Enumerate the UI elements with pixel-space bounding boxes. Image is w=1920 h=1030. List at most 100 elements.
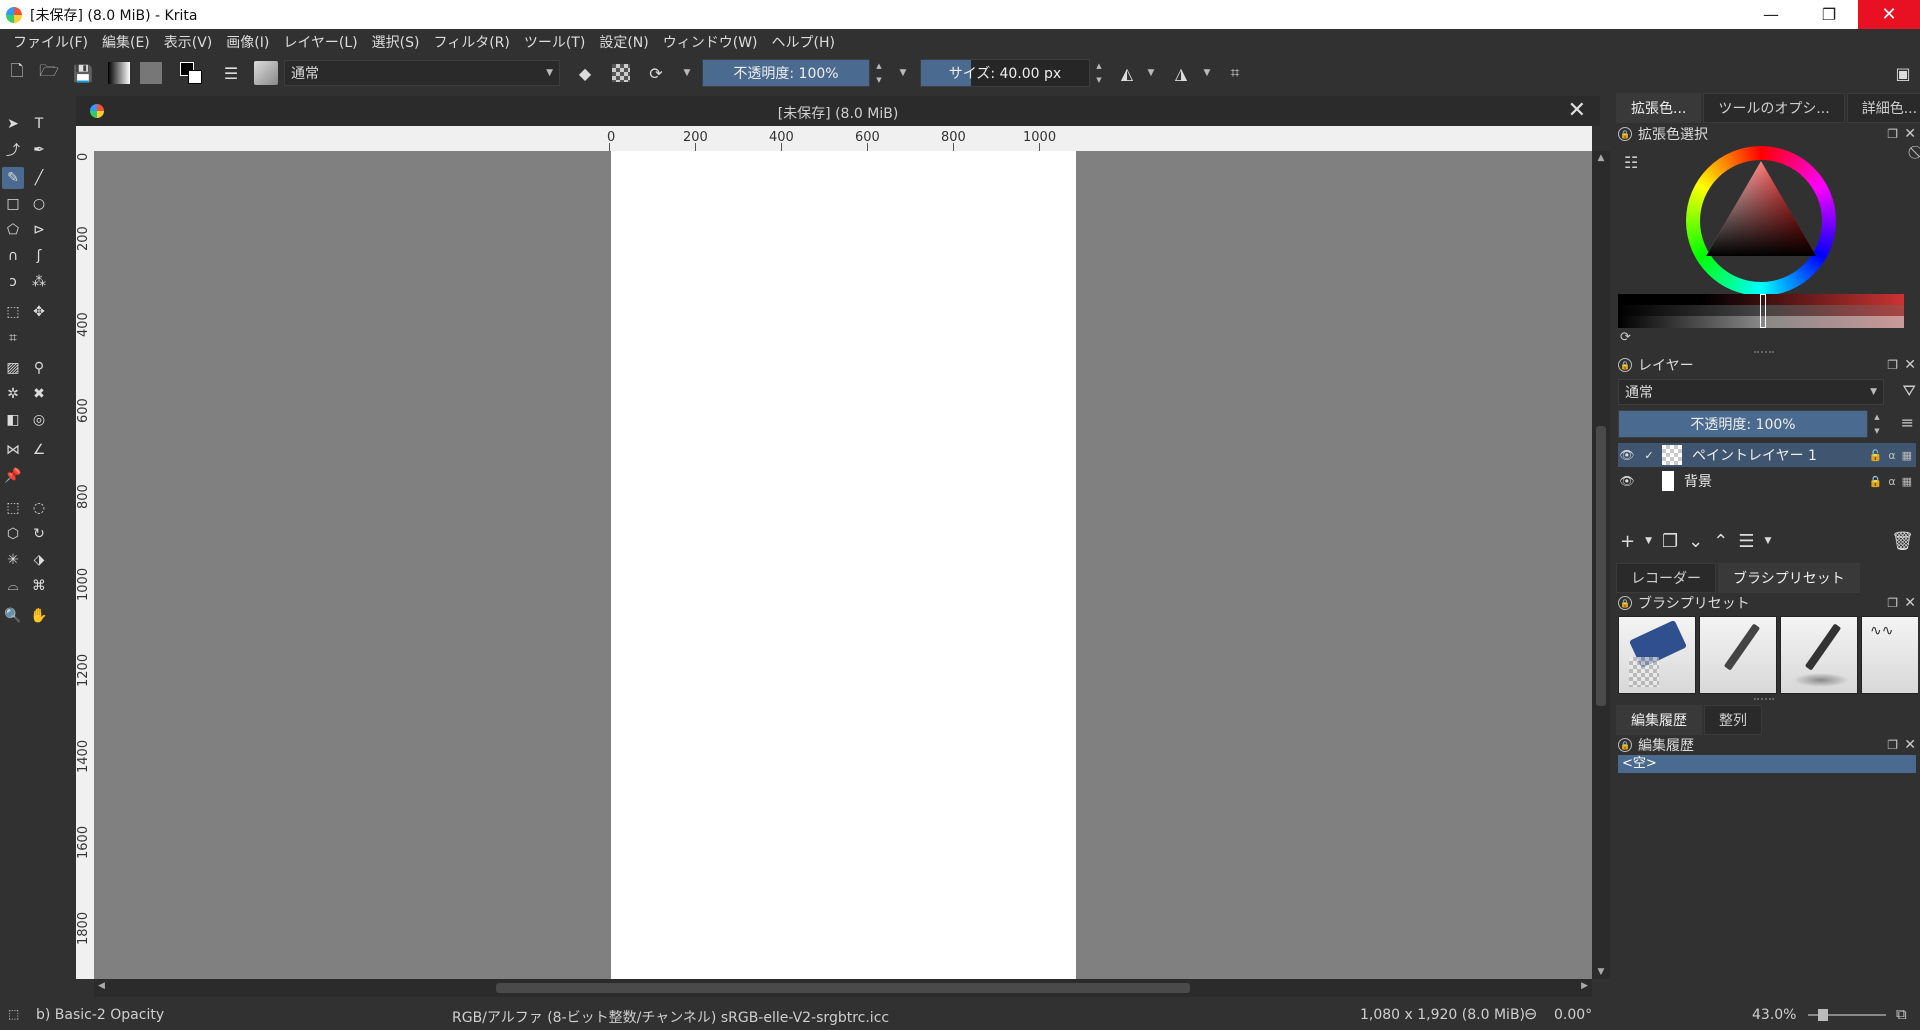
history-item[interactable]: <空> bbox=[1618, 755, 1916, 773]
color-profile[interactable]: RGB/アルファ (8-ビット整数/チャンネル) sRGB-elle-V2-sr… bbox=[452, 1007, 889, 1027]
transform-tool-icon[interactable]: ⬚ bbox=[2, 301, 24, 323]
sketch-pen-preset-icon[interactable]: ∿∿ bbox=[1861, 616, 1918, 694]
layer-blend-mode-select[interactable]: 通常 ▼ bbox=[1618, 379, 1884, 405]
menu-layer[interactable]: レイヤー(L) bbox=[276, 32, 364, 52]
tab-undo-history[interactable]: 編集履歴 bbox=[1616, 705, 1702, 735]
menu-image[interactable]: 画像(I) bbox=[219, 32, 276, 52]
horizontal-scrollbar[interactable]: ◀ ▶ bbox=[94, 979, 1592, 997]
polygonal-selection-tool-icon[interactable]: ⬡ bbox=[2, 523, 24, 545]
lock-icon[interactable]: 🔒 bbox=[1618, 127, 1632, 141]
close-docker-icon[interactable]: ✕ bbox=[1904, 357, 1916, 373]
rectangular-selection-tool-icon[interactable]: ⬚ bbox=[2, 497, 24, 519]
menu-select[interactable]: 選択(S) bbox=[365, 32, 427, 52]
new-document-icon[interactable]: 🗋 bbox=[4, 60, 30, 86]
assistant-tool-icon[interactable]: ⋈ bbox=[2, 439, 24, 461]
color-picker-tool-icon[interactable]: ⚲ bbox=[28, 357, 50, 379]
pen-shadow-preset-icon[interactable] bbox=[1780, 616, 1858, 694]
float-docker-icon[interactable]: ❐ bbox=[1887, 358, 1898, 372]
layer-opacity-slider[interactable]: 不透明度: 100% bbox=[1618, 410, 1868, 438]
menu-edit[interactable]: 編集(E) bbox=[95, 32, 157, 52]
inherit-alpha-icon[interactable]: ▦ bbox=[1902, 475, 1912, 488]
smart-patch-tool-icon[interactable]: ✖ bbox=[28, 383, 50, 405]
rotation-value[interactable]: 0.00° bbox=[1554, 1007, 1592, 1023]
crop-tool-icon[interactable]: ⌗ bbox=[2, 327, 24, 349]
document-title[interactable]: [未保存] (8.0 MiB) bbox=[76, 103, 1600, 123]
gradient-icon[interactable] bbox=[106, 60, 132, 86]
eraser-preset-icon[interactable] bbox=[1618, 616, 1696, 694]
chevron-down-icon[interactable]: ▼ bbox=[1200, 60, 1214, 86]
calligraphy-tool-icon[interactable]: ✒ bbox=[28, 139, 50, 161]
enclose-fill-tool-icon[interactable]: ◎ bbox=[28, 409, 50, 431]
filter-icon[interactable]: ⛛ bbox=[1903, 381, 1916, 401]
polyline-tool-icon[interactable]: ⊳ bbox=[28, 219, 50, 241]
tab-advanced-color[interactable]: 拡張色... bbox=[1616, 93, 1702, 123]
refresh-icon[interactable]: ⟳ bbox=[1620, 330, 1631, 345]
fg-bg-color-icon[interactable] bbox=[178, 60, 204, 86]
close-docker-icon[interactable]: ✕ bbox=[1904, 737, 1916, 753]
canvas-viewport[interactable] bbox=[94, 151, 1592, 979]
colorize-mask-tool-icon[interactable]: ✲ bbox=[2, 383, 24, 405]
rectangle-tool-icon[interactable]: □ bbox=[2, 193, 24, 215]
freehand-brush-tool-icon[interactable]: ✎ bbox=[2, 167, 24, 189]
opacity-spinner[interactable]: ▲ ▼ bbox=[872, 59, 886, 87]
layer-opacity-spinner[interactable]: ▲ ▼ bbox=[1870, 410, 1884, 438]
minimize-button[interactable]: — bbox=[1742, 0, 1800, 29]
menu-file[interactable]: ファイル(F) bbox=[6, 32, 95, 52]
layer-item[interactable]: 👁 背景 🔒 α ▦ bbox=[1618, 469, 1916, 493]
add-layer-icon[interactable]: + bbox=[1620, 531, 1635, 552]
lock-icon[interactable]: 🔒 bbox=[1618, 738, 1632, 752]
lock-icon[interactable]: 🔒 bbox=[1618, 358, 1632, 372]
color-settings-icon[interactable]: ☷ bbox=[1624, 153, 1638, 172]
line-tool-icon[interactable]: ╱ bbox=[28, 167, 50, 189]
fill-tool-icon[interactable]: ◧ bbox=[2, 409, 24, 431]
close-docker-icon[interactable]: ✕ bbox=[1904, 595, 1916, 611]
select-shapes-tool-icon[interactable]: ➤ bbox=[2, 113, 24, 135]
alpha-icon[interactable]: α bbox=[1888, 475, 1895, 488]
selection-status-icon[interactable]: ⬚ bbox=[8, 1007, 19, 1021]
scrollbar-thumb[interactable] bbox=[1596, 426, 1606, 706]
layer-item[interactable]: 👁 ✓ ペイントレイヤー 1 🔓 α ▦ bbox=[1618, 443, 1916, 467]
scroll-right-icon[interactable]: ▶ bbox=[1581, 981, 1588, 991]
blend-mode-select[interactable]: 通常 ▼ bbox=[284, 60, 560, 86]
move-layer-down-icon[interactable]: ⌄ bbox=[1688, 531, 1703, 552]
tab-arrange[interactable]: 整列 bbox=[1704, 705, 1762, 735]
alpha-icon[interactable]: α bbox=[1888, 449, 1895, 462]
reload-preset-icon[interactable]: ⟳ bbox=[643, 60, 669, 86]
menu-tools[interactable]: ツール(T) bbox=[517, 32, 592, 52]
freehand-path-tool-icon[interactable]: ʃ bbox=[28, 245, 50, 267]
freehand-selection-tool-icon[interactable]: ↻ bbox=[28, 523, 50, 545]
layer-checkbox[interactable]: ✓ bbox=[1642, 448, 1656, 462]
gradient-tool-icon[interactable]: ▨ bbox=[2, 357, 24, 379]
tab-recorder[interactable]: レコーダー bbox=[1616, 563, 1716, 593]
layer-menu-icon[interactable]: ≡ bbox=[1901, 413, 1914, 432]
delete-layer-icon[interactable]: 🗑 bbox=[1891, 531, 1914, 552]
zoom-slider-handle[interactable] bbox=[1818, 1009, 1828, 1021]
menu-help[interactable]: ヘルプ(H) bbox=[765, 32, 842, 52]
size-slider[interactable]: サイズ: 40.00 px bbox=[920, 59, 1090, 87]
eraser-icon[interactable]: ◆ bbox=[572, 60, 598, 86]
scroll-left-icon[interactable]: ◀ bbox=[98, 981, 105, 991]
text-tool-icon[interactable]: T bbox=[28, 113, 50, 135]
dynamic-brush-tool-icon[interactable]: ↄ bbox=[2, 271, 24, 293]
unlock-icon[interactable]: 🔓 bbox=[1869, 449, 1883, 462]
pattern-icon[interactable] bbox=[138, 60, 164, 86]
workspace-icon[interactable]: ▣ bbox=[1890, 60, 1916, 86]
scrollbar-thumb[interactable] bbox=[496, 983, 1190, 993]
float-docker-icon[interactable]: ❐ bbox=[1887, 127, 1898, 141]
vertical-scrollbar[interactable]: ▲ ▼ bbox=[1592, 151, 1610, 979]
scroll-up-icon[interactable]: ▲ bbox=[1592, 153, 1610, 163]
inherit-alpha-icon[interactable]: ▦ bbox=[1902, 449, 1912, 462]
menu-window[interactable]: ウィンドウ(W) bbox=[656, 32, 765, 52]
multibrush-tool-icon[interactable]: ⁂ bbox=[28, 271, 50, 293]
brush-preset-icon[interactable] bbox=[253, 60, 279, 86]
color-cursor[interactable] bbox=[1760, 294, 1766, 328]
ellipse-tool-icon[interactable]: ○ bbox=[28, 193, 50, 215]
canvas-only-icon[interactable]: ⧉ bbox=[1896, 1005, 1907, 1023]
lock-icon[interactable]: 🔒 bbox=[1618, 596, 1632, 610]
save-icon[interactable]: 💾 bbox=[70, 60, 96, 86]
magnetic-selection-tool-icon[interactable]: ⌘ bbox=[28, 575, 50, 597]
chevron-down-icon[interactable]: ▼ bbox=[896, 60, 910, 86]
eye-icon[interactable]: 👁 bbox=[1618, 448, 1636, 462]
open-document-icon[interactable]: 🗁 bbox=[36, 60, 62, 86]
lock-icon[interactable]: 🔒 bbox=[1869, 475, 1883, 488]
